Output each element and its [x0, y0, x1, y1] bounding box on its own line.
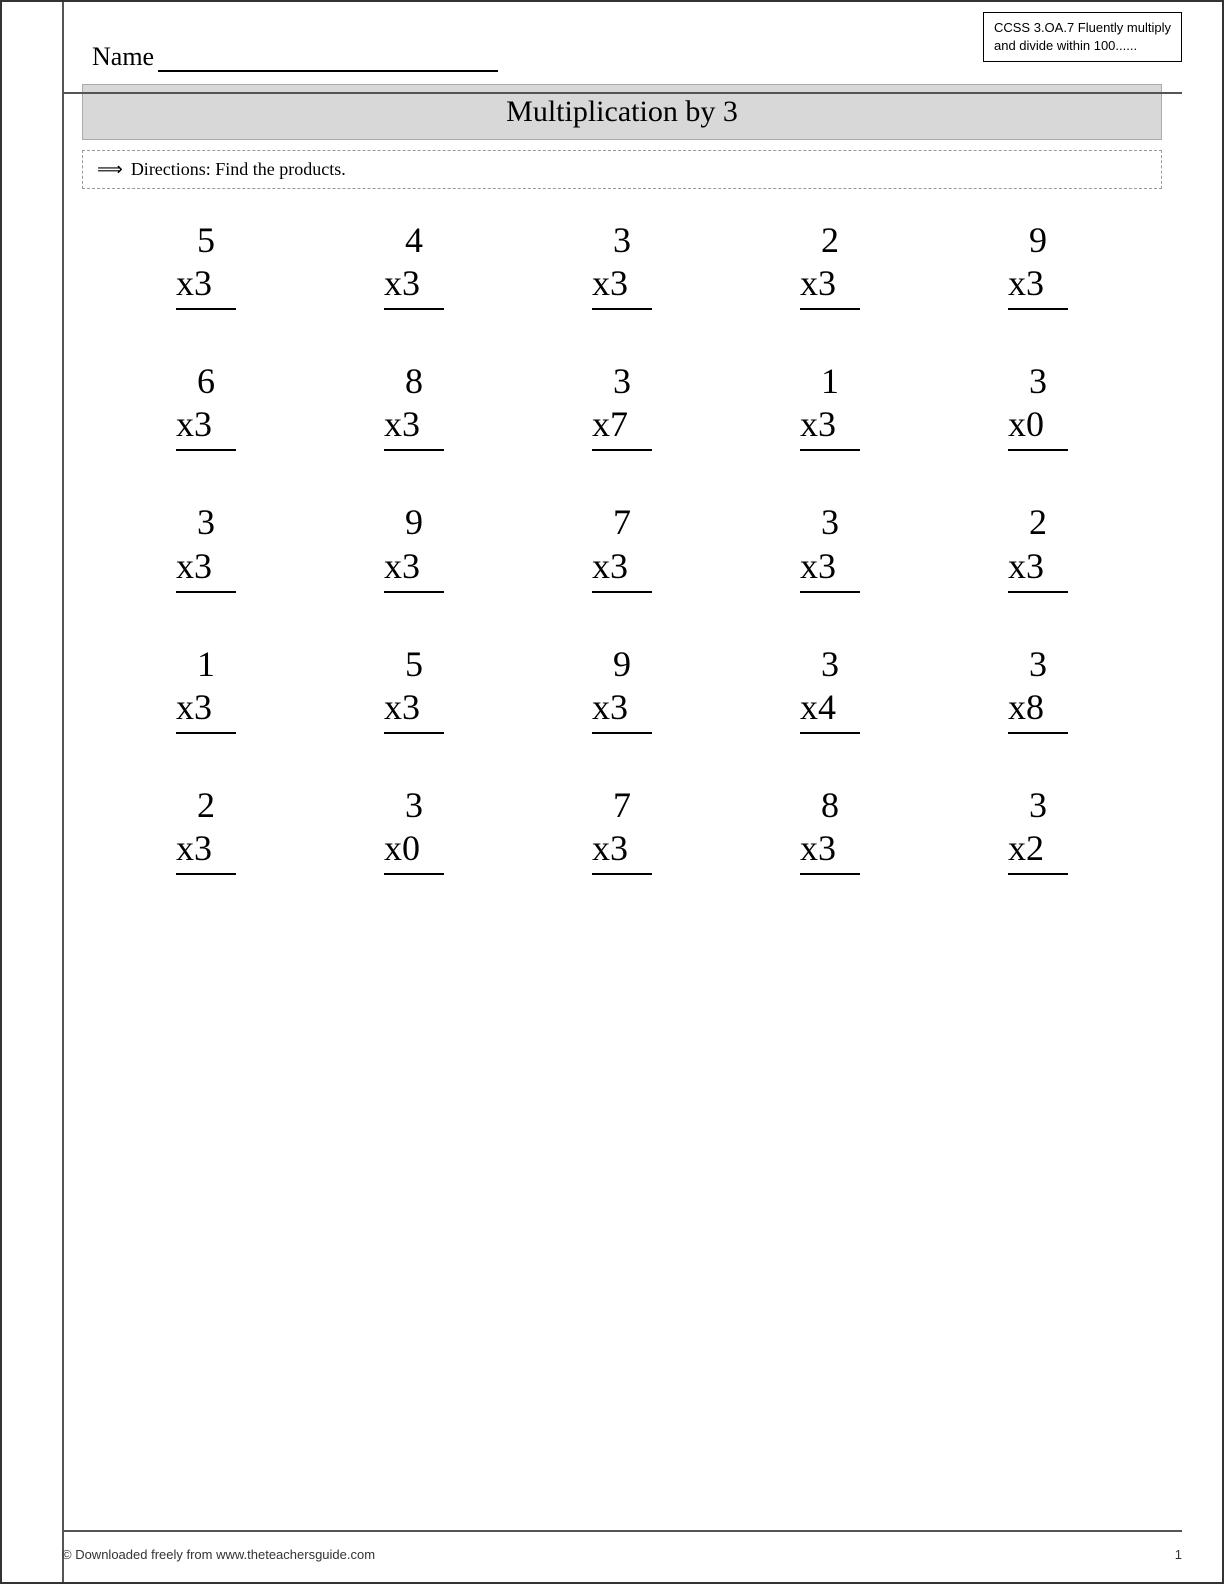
problem-2-3: 3x7 [542, 360, 702, 451]
top-number-5-4: 8 [821, 784, 839, 827]
problem-2-5: 3x0 [958, 360, 1118, 451]
top-number-4-1: 1 [197, 643, 215, 686]
problem-4-5: 3x8 [958, 643, 1118, 734]
multiplier-2-3: x7 [592, 403, 652, 451]
problem-2-2: 8x3 [334, 360, 494, 451]
problem-1-4: 2x3 [750, 219, 910, 310]
multiplier-5-3: x3 [592, 827, 652, 875]
problem-5-2: 3x0 [334, 784, 494, 875]
worksheet-page: CCSS 3.OA.7 Fluently multiply and divide… [0, 0, 1224, 1584]
multiplier-1-2: x3 [384, 262, 444, 310]
problem-1-5: 9x3 [958, 219, 1118, 310]
multiplier-3-5: x3 [1008, 545, 1068, 593]
problem-5-3: 7x3 [542, 784, 702, 875]
top-number-2-3: 3 [613, 360, 631, 403]
problem-row-4: 1x35x39x33x43x8 [102, 643, 1142, 734]
footer-copyright: © Downloaded freely from www.theteachers… [62, 1547, 375, 1562]
footer: © Downloaded freely from www.theteachers… [62, 1547, 1182, 1562]
multiplier-5-1: x3 [176, 827, 236, 875]
problem-3-3: 7x3 [542, 501, 702, 592]
directions-box: ⟹ Directions: Find the products. [82, 150, 1162, 189]
problem-4-2: 5x3 [334, 643, 494, 734]
multiplier-1-5: x3 [1008, 262, 1068, 310]
multiplier-5-5: x2 [1008, 827, 1068, 875]
multiplier-4-2: x3 [384, 686, 444, 734]
problem-3-4: 3x3 [750, 501, 910, 592]
top-number-4-5: 3 [1029, 643, 1047, 686]
problem-4-3: 9x3 [542, 643, 702, 734]
top-number-3-3: 7 [613, 501, 631, 544]
name-label: Name [92, 42, 154, 72]
problem-row-5: 2x33x07x38x33x2 [102, 784, 1142, 875]
top-number-2-4: 1 [821, 360, 839, 403]
top-number-3-2: 9 [405, 501, 423, 544]
multiplier-2-5: x0 [1008, 403, 1068, 451]
problems-section: 5x34x33x32x39x36x38x33x71x33x03x39x37x33… [82, 219, 1162, 875]
multiplier-5-4: x3 [800, 827, 860, 875]
top-number-1-5: 9 [1029, 219, 1047, 262]
top-divider [62, 92, 1182, 94]
multiplier-2-4: x3 [800, 403, 860, 451]
multiplier-1-3: x3 [592, 262, 652, 310]
problem-2-1: 6x3 [126, 360, 286, 451]
top-number-2-5: 3 [1029, 360, 1047, 403]
problem-1-3: 3x3 [542, 219, 702, 310]
top-number-3-5: 2 [1029, 501, 1047, 544]
multiplier-2-1: x3 [176, 403, 236, 451]
multiplier-5-2: x0 [384, 827, 444, 875]
problem-3-2: 9x3 [334, 501, 494, 592]
standard-line1: CCSS 3.OA.7 Fluently multiply [994, 20, 1171, 35]
top-number-1-2: 4 [405, 219, 423, 262]
multiplier-4-1: x3 [176, 686, 236, 734]
multiplier-4-3: x3 [592, 686, 652, 734]
top-number-4-2: 5 [405, 643, 423, 686]
problem-row-1: 5x34x33x32x39x3 [102, 219, 1142, 310]
problem-5-5: 3x2 [958, 784, 1118, 875]
directions-text: Directions: Find the products. [131, 159, 346, 180]
top-number-1-4: 2 [821, 219, 839, 262]
top-number-3-1: 3 [197, 501, 215, 544]
multiplier-3-2: x3 [384, 545, 444, 593]
top-number-5-3: 7 [613, 784, 631, 827]
arrow-icon: ⟹ [97, 159, 123, 180]
multiplier-3-3: x3 [592, 545, 652, 593]
footer-page-number: 1 [1175, 1547, 1182, 1562]
problem-row-2: 6x38x33x71x33x0 [102, 360, 1142, 451]
problem-row-3: 3x39x37x33x32x3 [102, 501, 1142, 592]
multiplier-4-5: x8 [1008, 686, 1068, 734]
top-number-2-1: 6 [197, 360, 215, 403]
top-number-5-2: 3 [405, 784, 423, 827]
top-number-1-3: 3 [613, 219, 631, 262]
problem-1-1: 5x3 [126, 219, 286, 310]
top-number-4-4: 3 [821, 643, 839, 686]
multiplier-1-4: x3 [800, 262, 860, 310]
worksheet-title: Multiplication by 3 [506, 95, 738, 128]
problem-2-4: 1x3 [750, 360, 910, 451]
problem-3-5: 2x3 [958, 501, 1118, 592]
problem-3-1: 3x3 [126, 501, 286, 592]
top-number-1-1: 5 [197, 219, 215, 262]
bottom-divider [62, 1530, 1182, 1532]
multiplier-3-1: x3 [176, 545, 236, 593]
multiplier-2-2: x3 [384, 403, 444, 451]
problem-5-1: 2x3 [126, 784, 286, 875]
top-number-4-3: 9 [613, 643, 631, 686]
top-number-2-2: 8 [405, 360, 423, 403]
problem-5-4: 8x3 [750, 784, 910, 875]
problem-4-4: 3x4 [750, 643, 910, 734]
top-number-5-5: 3 [1029, 784, 1047, 827]
top-number-3-4: 3 [821, 501, 839, 544]
name-line[interactable] [158, 48, 498, 72]
top-number-5-1: 2 [197, 784, 215, 827]
problem-4-1: 1x3 [126, 643, 286, 734]
multiplier-4-4: x4 [800, 686, 860, 734]
standard-line2: and divide within 100...... [994, 38, 1137, 53]
multiplier-1-1: x3 [176, 262, 236, 310]
standard-box: CCSS 3.OA.7 Fluently multiply and divide… [983, 12, 1182, 62]
problem-1-2: 4x3 [334, 219, 494, 310]
multiplier-3-4: x3 [800, 545, 860, 593]
